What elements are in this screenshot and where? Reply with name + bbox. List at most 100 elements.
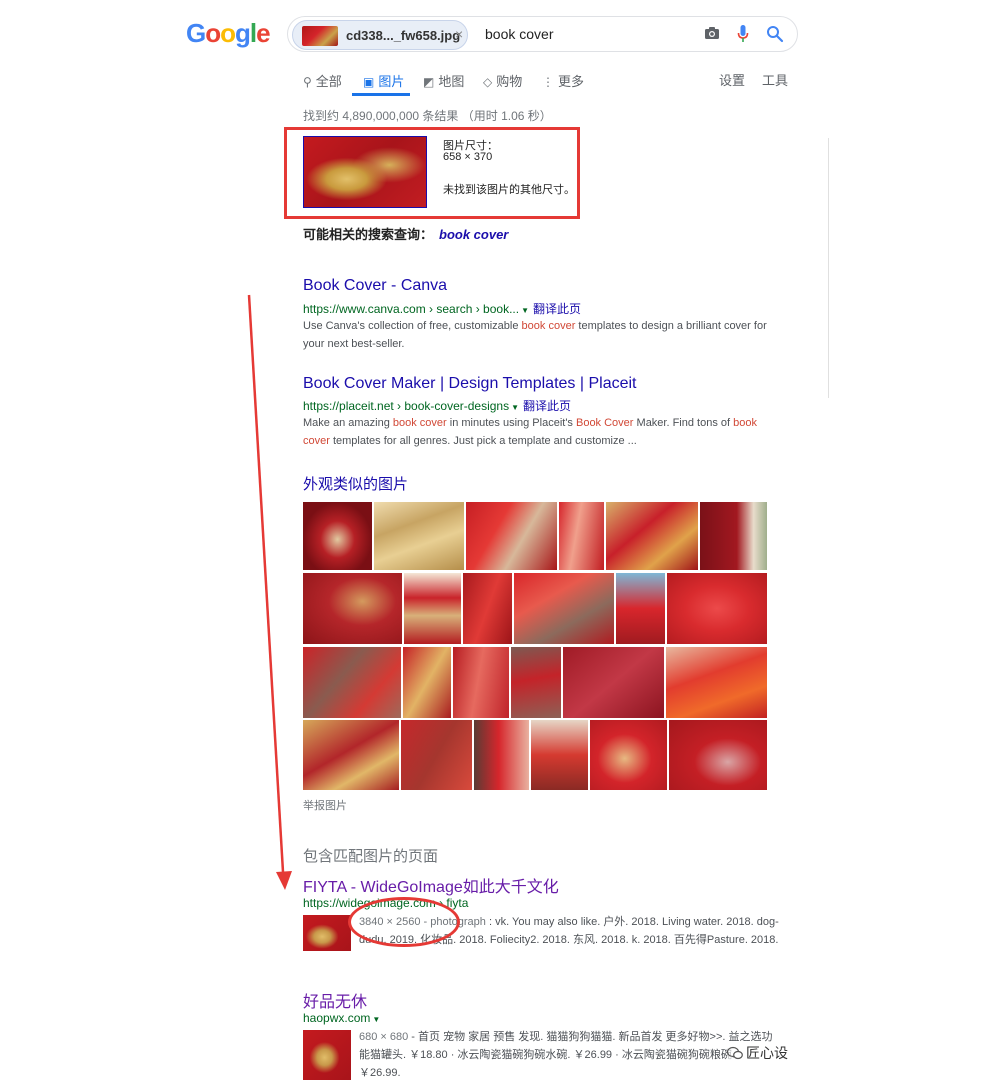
image-tile[interactable] (514, 573, 614, 644)
result-url[interactable]: https://www.canva.com › search › book...… (303, 300, 581, 317)
chip-file-name: cd338..._fw658.jpg (346, 28, 461, 43)
report-images-link[interactable]: 举报图片 (303, 797, 347, 813)
result-title-fiyta[interactable]: FIYTA - WideGoImage如此大千文化 (303, 873, 559, 897)
highlighted-term: Book Cover (575, 417, 634, 429)
logo-letter: G (186, 18, 206, 48)
image-tab-icon: ▣ (363, 75, 375, 89)
tab-label: 购物 (496, 74, 523, 89)
image-tile[interactable] (453, 647, 509, 718)
tab-maps[interactable]: ◩ 地图 (423, 71, 464, 90)
highlighted-term: book cover (521, 320, 576, 332)
watermark-text: 匠心设 (746, 1045, 788, 1061)
matching-pages-heading: 包含匹配图片的页面 (303, 848, 439, 865)
image-tile[interactable] (303, 720, 399, 790)
result-snippet: Use Canva's collection of free, customiz… (303, 317, 773, 353)
image-tile[interactable] (559, 502, 604, 570)
image-tile[interactable] (474, 720, 529, 790)
divider (828, 138, 829, 398)
image-query-chip[interactable]: cd338..._fw658.jpg × (292, 20, 468, 50)
logo-letter: g (235, 18, 251, 48)
result-url[interactable]: https://placeit.net › book-cover-designs… (303, 397, 571, 414)
snippet-text: Make an amazing (303, 417, 393, 429)
logo-letter: e (256, 18, 271, 48)
tab-label: 全部 (315, 74, 342, 89)
map-tab-icon: ◩ (423, 75, 435, 89)
snippet-text: templates for all genres. Just pick a te… (329, 435, 637, 447)
tab-label: 图片 (378, 74, 405, 89)
image-meta: 680 × 680 (359, 1031, 409, 1043)
result-stats: 找到约 4,890,000,000 条结果 （用时 1.06 秒） (303, 109, 552, 123)
result-title-haopwx[interactable]: 好品无休 (303, 988, 367, 1012)
image-tile[interactable] (403, 647, 451, 718)
camera-icon[interactable] (704, 26, 720, 40)
highlighted-term: book cover (392, 417, 447, 429)
image-tile[interactable] (669, 720, 767, 790)
dropdown-triangle-icon[interactable]: ▼ (372, 1015, 380, 1024)
logo-letter: o (220, 18, 236, 48)
search-tab-icon: ⚲ (303, 75, 312, 89)
dropdown-triangle-icon[interactable]: ▼ (511, 403, 519, 412)
chip-thumbnail (302, 26, 338, 46)
tab-shopping[interactable]: ◇ 购物 (483, 71, 522, 90)
related-query-link[interactable]: book cover (439, 227, 508, 242)
url-text: https://www.canva.com › search › book... (303, 302, 520, 316)
tools-link[interactable]: 工具 (762, 70, 788, 89)
result-url[interactable]: haopwx.com ▼ (303, 1011, 382, 1025)
image-tile[interactable] (511, 647, 561, 718)
translate-link[interactable]: 翻译此页 (533, 302, 581, 316)
image-tile[interactable] (404, 573, 461, 644)
image-tile[interactable] (666, 647, 767, 718)
url-text: haopwx.com (303, 1011, 371, 1025)
image-tile[interactable] (374, 502, 464, 570)
annotation-ellipse (348, 897, 460, 947)
image-tile[interactable] (531, 720, 588, 790)
related-search: 可能相关的搜索查询： book cover (303, 224, 508, 243)
tab-label: 更多 (558, 74, 585, 89)
annotation-rectangle (284, 127, 580, 219)
result-snippet: Make an amazing book cover in minutes us… (303, 414, 773, 450)
snippet-text: Use Canva's collection of free, customiz… (303, 320, 522, 332)
tab-all[interactable]: ⚲ 全部 (303, 71, 342, 90)
search-icon[interactable] (766, 25, 784, 43)
image-tile[interactable] (590, 720, 667, 790)
image-tile[interactable] (606, 502, 698, 570)
snippet-text: Maker. Find tons of (633, 417, 734, 429)
logo-letter: o (205, 18, 221, 48)
related-label: 可能相关的搜索查询： (303, 227, 434, 242)
active-tab-indicator (352, 93, 410, 96)
result-thumbnail[interactable] (303, 915, 351, 951)
image-tile[interactable] (700, 502, 767, 570)
result-thumbnail[interactable] (303, 1030, 351, 1080)
image-tile[interactable] (667, 573, 767, 644)
search-box[interactable]: cd338..._fw658.jpg × book cover (287, 16, 798, 52)
image-tile[interactable] (463, 573, 512, 644)
snippet-text: - 首页 宠物 家居 预售 发现. 猫猫狗狗猫猫. 新品首发 更多好物>>. 益… (359, 1031, 773, 1079)
tab-images[interactable]: ▣ 图片 (363, 71, 404, 90)
snippet-text: in minutes using Placeit's (446, 417, 576, 429)
translate-link[interactable]: 翻译此页 (523, 399, 571, 413)
image-tile[interactable] (563, 647, 664, 718)
result-title-placeit[interactable]: Book Cover Maker | Design Templates | Pl… (303, 375, 637, 393)
image-tile[interactable] (401, 720, 472, 790)
watermark: 匠心设 (727, 1043, 788, 1063)
tab-more[interactable]: ⋮ 更多 (542, 71, 584, 90)
image-tile[interactable] (303, 502, 372, 570)
image-tile[interactable] (466, 502, 557, 570)
wechat-icon (727, 1046, 743, 1060)
image-tile[interactable] (616, 573, 665, 644)
microphone-icon[interactable] (737, 24, 749, 44)
tab-label: 地图 (438, 74, 465, 89)
dropdown-triangle-icon[interactable]: ▼ (521, 306, 529, 315)
url-text: https://placeit.net › book-cover-designs (303, 399, 510, 413)
more-vertical-icon: ⋮ (542, 75, 554, 89)
settings-link[interactable]: 设置 (719, 70, 745, 89)
similar-images-heading[interactable]: 外观类似的图片 (303, 473, 408, 494)
result-title-canva[interactable]: Book Cover - Canva (303, 277, 447, 295)
image-tile[interactable] (303, 573, 402, 644)
image-tile[interactable] (303, 647, 401, 718)
search-input[interactable]: book cover (485, 26, 553, 42)
google-logo[interactable]: Google (186, 18, 271, 49)
tag-tab-icon: ◇ (483, 75, 493, 89)
result-snippet: 680 × 680 - 首页 宠物 家居 预售 发现. 猫猫狗狗猫猫. 新品首发… (359, 1028, 779, 1080)
chip-close-icon[interactable]: × (455, 26, 463, 42)
